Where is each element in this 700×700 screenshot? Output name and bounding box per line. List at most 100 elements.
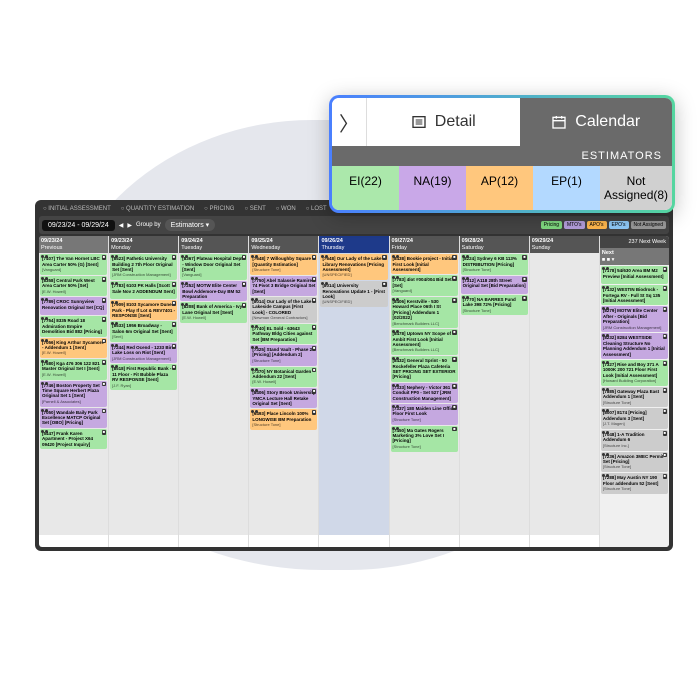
legend-badge[interactable]: EPO's — [609, 221, 629, 229]
project-card[interactable]: ■[7327] Rise and Boy 371 A 1000K 200 721… — [601, 360, 668, 386]
view-switcher-popup: 〉 Detail Calendar ESTIMATORS EI(22)NA(19… — [329, 95, 675, 213]
project-card[interactable]: ■[7407] The Van Hornet LBC Area Carter 5… — [40, 254, 107, 275]
filter-item[interactable]: ○ LOST — [306, 206, 327, 212]
next-week-column: 237 Next WeekNext■ ■ ▾■[7178] 54/630 Are… — [600, 236, 669, 547]
project-card[interactable]: ■[7783] 4lot #004/004 Bid Set [Set][Vang… — [391, 275, 458, 296]
project-card[interactable]: ■[7056] King Arthur Sycamore - Addendum … — [40, 338, 107, 359]
project-card[interactable]: ■[8406] Kerstville - 530 Howard Place 06… — [391, 297, 458, 328]
legend-badge[interactable]: Not Assigned — [631, 221, 666, 229]
project-card[interactable]: ■[7252] MOTW Elite Center Bowl Addemore-… — [180, 281, 247, 301]
filter-item[interactable]: ○ QUANTITY ESTIMATION — [121, 206, 194, 212]
project-card[interactable]: ■[7288] May Austin NY 190 Floor addendum… — [601, 473, 668, 494]
project-card[interactable]: ■[7048] 1-A Tradition Addendum 6[Structu… — [601, 430, 668, 451]
week-grid: 09/23/24Previous■[7407] The Van Hornet L… — [39, 236, 669, 547]
project-card[interactable]: ■[7750] Abel Salassie Ramirez 74 Pivot 3… — [250, 276, 317, 296]
project-card[interactable]: ■[7789] CROC Sunnyview Renovation Origin… — [40, 297, 107, 315]
day-column: 09/29/24Sunday — [530, 236, 600, 547]
project-card[interactable]: ■[7885] Gateway Plaza East Addendum 1 [S… — [601, 387, 668, 408]
legend-badge[interactable]: APO's — [587, 221, 607, 229]
groupby-label: Group by — [136, 222, 161, 228]
day-header[interactable]: 09/24/24Tuesday — [179, 236, 248, 253]
project-card[interactable]: ■[5447] Frank Karen Apartment - Project … — [40, 429, 107, 449]
project-card[interactable]: ■[7337] 180 Maiden Line Office Floor Fir… — [391, 404, 458, 425]
project-card[interactable]: ■[8533] 1956 Broadway - Salon 6m Origina… — [110, 321, 177, 342]
filter-item[interactable]: ○ WON — [276, 206, 296, 212]
project-card[interactable]: ■[8007] 8174 [Pricing] Addendum 3 [Sent]… — [601, 408, 668, 429]
project-card[interactable]: ■[8232] 8284 WESTSIDE Cleaning Structure… — [601, 333, 668, 359]
day-header[interactable]: 09/25/24Wednesday — [249, 236, 318, 253]
calendar-panel: ○ INITIAL ASSESSMENT ○ QUANTITY ESTIMATIO… — [35, 200, 673, 551]
project-card[interactable]: ■[7050] Wandale Baily Park Excellence MA… — [40, 408, 107, 428]
day-column: 09/26/24Thursday■[7648] Our Lady of the … — [319, 236, 389, 547]
project-card[interactable]: ■[8406] Story Brook University YMCA Lect… — [250, 388, 317, 408]
filter-item[interactable]: ○ PRICING — [204, 206, 234, 212]
project-card[interactable]: ■[7746] Boston Property Set Time Square … — [40, 381, 107, 407]
project-card[interactable]: ■[7770] NA BARRES Fund Lake 398 72% [Pri… — [461, 295, 528, 316]
day-column: 09/27/24Friday■[8438] Bookie project - I… — [390, 236, 460, 547]
project-card[interactable]: ■[7580] Kga 476 306 122 821 Master Origi… — [40, 359, 107, 380]
project-card[interactable]: ■[7450] Ma Gates Rogers Marketing 3% Lov… — [391, 426, 458, 452]
day-column: 09/24/24Tuesday■[8367] Plateau Hospital … — [179, 236, 249, 547]
project-card[interactable]: ■[7132] WESTIN Biodrock - Fortega RV - F… — [601, 285, 668, 305]
calendar-icon — [551, 114, 567, 130]
project-card[interactable]: ■[7333] Nephery - Victor 361 Conduit FP0… — [391, 383, 458, 403]
project-card[interactable]: ■[8014] University Renovations Update 1 … — [320, 281, 387, 307]
project-card[interactable]: ■[8523] Pathetic University Building 2 7… — [110, 254, 177, 280]
legend-badge[interactable]: Pricing — [541, 221, 562, 229]
day-header[interactable]: 09/26/24Thursday — [319, 236, 388, 253]
calendar-tab[interactable]: Calendar — [520, 98, 673, 146]
project-card[interactable]: ■[7312] A118 28th Street Original Set [B… — [461, 276, 528, 294]
project-card[interactable]: ■[8518] First Republic Bank - 11 Floor -… — [110, 364, 177, 390]
estimators-label: ESTIMATORS — [332, 146, 672, 166]
project-card[interactable]: ■[8432] General Sprint - 50 Rockefeller … — [391, 356, 458, 382]
project-card[interactable]: ■[7370] NY Botanical Garden Addendum 22 … — [250, 367, 317, 388]
day-column: 09/28/24Saturday■[8224] Sydney 6 KB 113%… — [460, 236, 530, 547]
project-card[interactable]: ■[6493] Place Lincoln 100% LONGWISE BM P… — [250, 409, 317, 430]
next-week-icon[interactable]: ▶ — [127, 222, 132, 229]
project-card[interactable]: ■[8014] Our Lady of the Lake Lakeside Ca… — [250, 297, 317, 323]
filter-item[interactable]: ○ INITIAL ASSESSMENT — [43, 206, 111, 212]
collapse-icon[interactable]: 〉 — [332, 98, 367, 146]
day-header[interactable]: 09/29/24Sunday — [530, 236, 599, 253]
day-header[interactable]: 09/28/24Saturday — [460, 236, 529, 253]
prev-week-icon[interactable]: ◀ — [119, 222, 124, 229]
legend-badges: PricingMTO'sAPO'sEPO'sNot Assigned — [541, 221, 666, 229]
project-card[interactable]: ■[8478] Uptown NY Scope of Ambit First L… — [391, 329, 458, 355]
project-card[interactable]: ■[7909] 8103 Sycamore Dunes Park - Play … — [110, 300, 177, 320]
project-card[interactable]: ■[8224] Sydney 6 KB 113% DISTRIBUTION [P… — [461, 254, 528, 275]
date-range[interactable]: 09/23/24 - 09/29/24 — [42, 220, 115, 231]
project-card[interactable]: ■[8208] Bank of America - Ivy Lane Origi… — [180, 302, 247, 323]
filter-item[interactable]: ○ SENT — [244, 206, 265, 212]
day-header[interactable]: 09/27/24Friday — [390, 236, 459, 253]
estimator-chip[interactable]: NA(19) — [399, 166, 466, 210]
estimator-chip[interactable]: AP(12) — [466, 166, 533, 210]
project-card[interactable]: ■[7236] Amazon 3MEC Permit Set [Pricing]… — [601, 452, 668, 473]
project-card[interactable]: ■[8358] Central Park West Area Carter 50… — [40, 276, 107, 297]
list-icon — [411, 114, 427, 130]
groupby-select[interactable]: Estimators ▾ — [165, 219, 216, 231]
project-card[interactable]: ■[7754] 8335 Road 18 Admiration Empire D… — [40, 316, 107, 336]
day-column: 09/25/24Wednesday■[7648] 7 Willoughby Sq… — [249, 236, 319, 547]
project-card[interactable]: ■[7648] 7 Willoughby Square [Quantity Es… — [250, 254, 317, 275]
project-card[interactable]: ■[7783] 6103 PK Halls [Scott Sale Nov 2 … — [110, 281, 177, 299]
project-card[interactable]: ■[7178] 54/630 Area BM M2 Preview [Initi… — [601, 266, 668, 284]
detail-tab[interactable]: Detail — [367, 98, 520, 146]
next-label: Next■ ■ ▾ — [600, 248, 669, 265]
estimator-chip[interactable]: Not Assigned(8) — [600, 166, 672, 210]
day-header[interactable]: 09/23/24Monday — [109, 236, 178, 253]
project-card[interactable]: ■[7325] Stand Vault - Phase 2 [Pricing] … — [250, 345, 317, 366]
project-card[interactable]: ■[7740] EL Sold - 63643 Pathway Bldg Cit… — [250, 324, 317, 344]
day-column: 09/23/24Previous■[7407] The Van Hornet L… — [39, 236, 109, 547]
controls-bar: 09/23/24 - 09/29/24 ◀ ▶ Group by Estimat… — [39, 216, 669, 234]
next-week-header[interactable]: 237 Next Week — [600, 236, 669, 248]
legend-badge[interactable]: MTO's — [564, 221, 584, 229]
project-card[interactable]: ■[8438] Bookie project - Initial First L… — [391, 254, 458, 274]
project-card[interactable]: ■[8367] Plateau Hospital Dept - Window D… — [180, 254, 247, 280]
project-card[interactable]: ■[8279] MOTW Elite Center After - Origin… — [601, 306, 668, 332]
estimator-chip[interactable]: EP(1) — [533, 166, 600, 210]
day-column: 09/23/24Monday■[8523] Pathetic Universit… — [109, 236, 179, 547]
project-card[interactable]: ■[7244] Red Ocend - 1233 Bird Lake Loss … — [110, 343, 177, 364]
project-card[interactable]: ■[7648] Our Lady of the Lake Library Ren… — [320, 254, 387, 280]
estimator-chip[interactable]: EI(22) — [332, 166, 399, 210]
day-header[interactable]: 09/23/24Previous — [39, 236, 108, 253]
